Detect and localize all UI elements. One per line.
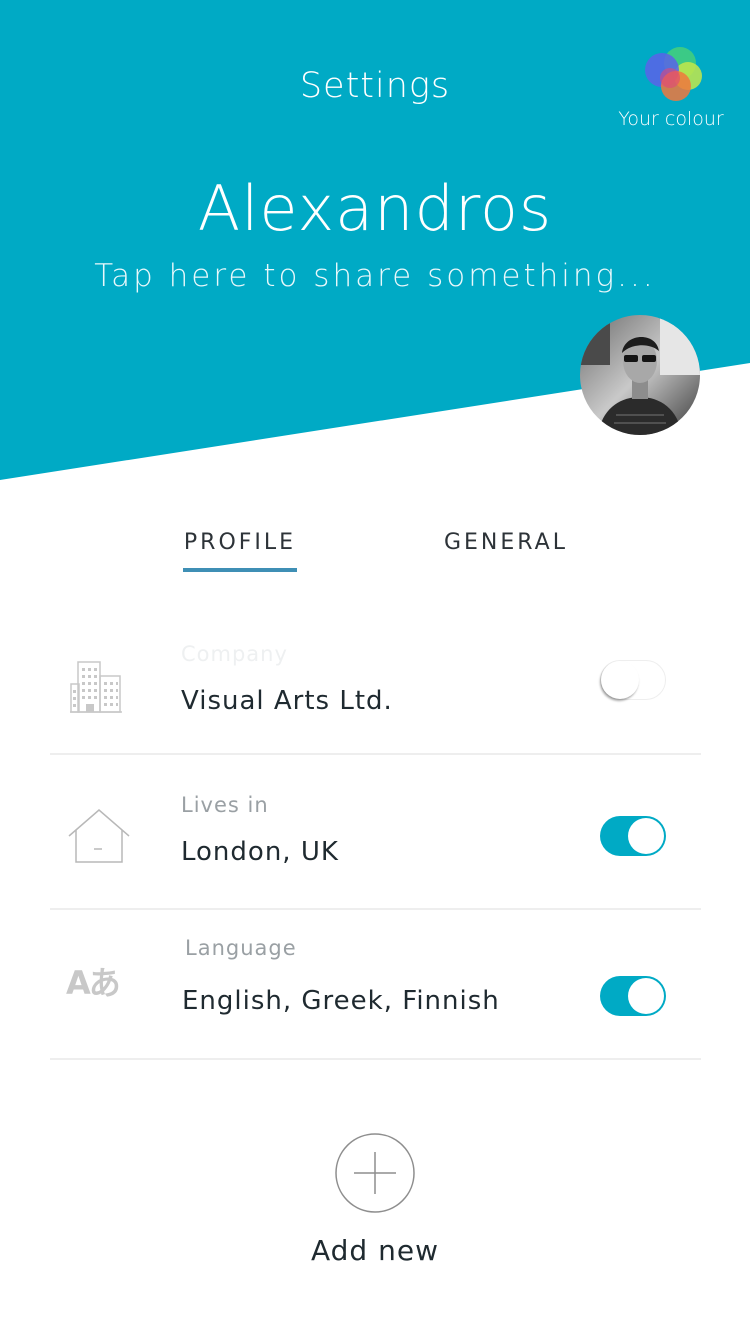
toggle-knob	[628, 818, 664, 854]
plus-circle-icon	[335, 1133, 415, 1213]
language-value[interactable]: English, Greek, Finnish	[182, 986, 500, 1016]
company-toggle[interactable]	[600, 660, 666, 700]
house-icon	[68, 808, 130, 868]
row-divider	[50, 1058, 701, 1060]
lives-in-value[interactable]: London, UK	[181, 837, 339, 867]
company-label: Company	[181, 642, 288, 666]
toggle-knob	[601, 661, 639, 699]
avatar-photo	[580, 315, 700, 435]
colour-palette-icon	[645, 47, 702, 101]
lives-in-label: Lives in	[181, 793, 269, 817]
company-value[interactable]: Visual Arts Ltd.	[181, 686, 393, 716]
add-new-label[interactable]: Add new	[0, 1234, 750, 1267]
avatar[interactable]	[580, 315, 700, 435]
row-divider	[50, 908, 701, 910]
language-toggle[interactable]	[600, 976, 666, 1016]
add-new-button[interactable]	[334, 1132, 416, 1214]
colour-picker-button[interactable]: Your colour	[612, 44, 730, 134]
colour-picker-label: Your colour	[618, 108, 724, 130]
row-divider	[50, 753, 701, 755]
toggle-knob	[628, 978, 664, 1014]
tab-general[interactable]: GENERAL	[440, 530, 572, 555]
status-input[interactable]: Tap here to share something...	[0, 258, 750, 294]
language-icon: Aあ	[66, 964, 121, 1002]
building-icon	[70, 658, 122, 718]
language-label: Language	[185, 936, 297, 960]
user-name: Alexandros	[197, 172, 553, 245]
active-tab-indicator	[183, 568, 297, 572]
tab-bar: PROFILE GENERAL	[0, 530, 750, 580]
tab-profile[interactable]: PROFILE	[183, 530, 297, 555]
lives-in-toggle[interactable]	[600, 816, 666, 856]
